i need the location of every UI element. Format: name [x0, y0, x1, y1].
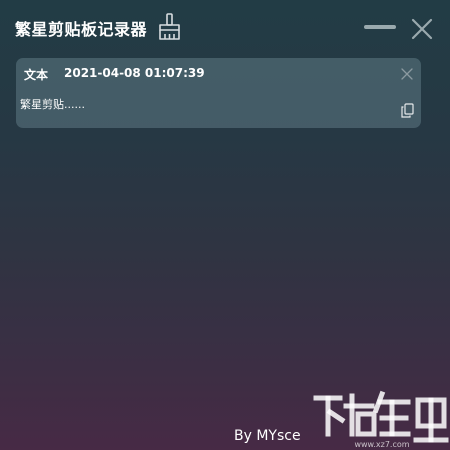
- clip-type-label: 文本: [24, 68, 49, 82]
- title-bar[interactable]: 繁星剪贴板记录器: [0, 0, 450, 56]
- close-icon: [411, 18, 433, 40]
- close-icon: [401, 68, 413, 80]
- author-credit: By MYsce: [234, 428, 301, 444]
- delete-clip-button[interactable]: [400, 66, 414, 80]
- broom-icon: [159, 13, 180, 40]
- watermark-logo: www.xz7.com: [313, 390, 449, 449]
- minimize-icon: [364, 25, 396, 29]
- copy-icon: [401, 103, 414, 118]
- clip-item[interactable]: 文本 2021-04-08 01:07:39 繁星剪贴......: [16, 58, 421, 128]
- close-window-button[interactable]: [410, 17, 434, 41]
- minimize-button[interactable]: [364, 17, 396, 37]
- svg-text:www.xz7.com: www.xz7.com: [354, 440, 409, 449]
- clear-history-button[interactable]: [156, 12, 184, 42]
- clip-timestamp: 2021-04-08 01:07:39: [64, 66, 205, 80]
- app-window: 繁星剪贴板记录器 文本 2021-04-08 01:07:39 繁星剪贴....…: [0, 0, 450, 450]
- copy-clip-button[interactable]: [401, 103, 414, 118]
- clip-content-text[interactable]: 繁星剪贴......: [20, 96, 85, 112]
- app-title: 繁星剪贴板记录器: [15, 20, 148, 39]
